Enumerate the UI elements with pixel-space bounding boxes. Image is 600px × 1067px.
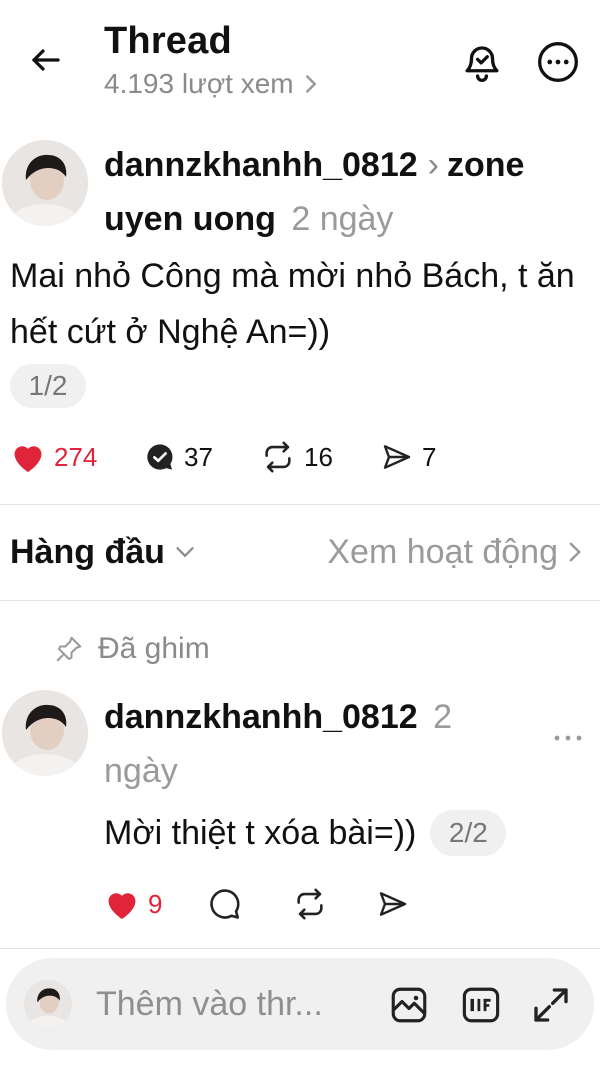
reply-body: Mời thiệt t xóa bài=)) 2/2 xyxy=(104,806,507,860)
post-time: 2 ngày xyxy=(291,200,394,238)
reply-text: Mời thiệt t xóa bài=)) xyxy=(104,813,417,852)
chevron-right-icon: › xyxy=(427,146,439,184)
sort-row: Hàng đầu Xem hoạt động xyxy=(10,528,582,576)
bell-icon xyxy=(465,46,499,83)
divider xyxy=(0,600,600,601)
view-count-link[interactable]: 4.193 lượt xem xyxy=(104,68,318,100)
comment-icon xyxy=(147,444,173,470)
avatar-image xyxy=(2,140,88,226)
divider xyxy=(0,504,600,505)
username-link[interactable]: dannzkhanhh_0812 xyxy=(104,146,418,184)
chevron-down-icon xyxy=(176,547,194,558)
notify-button[interactable] xyxy=(458,38,506,86)
reply-composer xyxy=(6,958,594,1050)
like-count: 274 xyxy=(54,441,98,472)
reply-input[interactable] xyxy=(96,982,366,1026)
avatar[interactable] xyxy=(2,140,88,226)
reply-actions: 9 xyxy=(104,882,410,926)
more-horizontal-icon xyxy=(554,735,582,741)
like-count: 9 xyxy=(148,888,163,919)
share-button[interactable]: 7 xyxy=(380,441,436,473)
reply-count: 37 xyxy=(184,441,213,472)
more-options-button[interactable] xyxy=(534,38,582,86)
heart-icon xyxy=(108,893,136,919)
page-indicator: 1/2 xyxy=(10,364,86,408)
chevron-right-icon xyxy=(569,542,581,562)
reply-header: dannzkhanhh_0812 2 ngày xyxy=(104,690,524,798)
view-activity-label: Xem hoạt động xyxy=(327,532,558,571)
attach-gif-button[interactable] xyxy=(458,982,504,1028)
avatar[interactable] xyxy=(2,690,88,776)
repost-icon xyxy=(297,888,323,920)
share-button[interactable] xyxy=(376,888,410,920)
repost-count: 16 xyxy=(304,441,333,472)
attach-image-button[interactable] xyxy=(386,982,432,1028)
like-button[interactable]: 9 xyxy=(104,887,208,921)
heart-icon xyxy=(14,446,42,472)
header: Thread 4.193 lượt xem xyxy=(0,0,600,120)
reply-more-button[interactable] xyxy=(548,718,588,758)
avatar-image xyxy=(24,980,72,1028)
repost-button[interactable]: 16 xyxy=(260,440,380,474)
page-indicator: 2/2 xyxy=(430,810,507,856)
page-title: Thread xyxy=(104,20,232,62)
pin-icon xyxy=(56,636,82,662)
chevron-right-icon xyxy=(305,75,317,93)
expand-icon xyxy=(534,988,568,1022)
arrow-left-icon xyxy=(32,49,60,71)
expand-composer-button[interactable] xyxy=(528,982,574,1028)
divider xyxy=(0,948,600,949)
post-header: dannzkhanhh_0812 › zone uyen uong 2 ngày xyxy=(104,138,584,246)
image-icon xyxy=(391,987,427,1023)
view-count: 4.193 lượt xem xyxy=(104,68,294,99)
post-text: Mai nhỏ Công mà mời nhỏ Bách, t ăn hết c… xyxy=(10,257,575,351)
pinned-label: Đã ghim xyxy=(54,632,210,666)
like-button[interactable]: 274 xyxy=(10,440,144,474)
post-actions: 274 37 16 7 xyxy=(10,434,436,480)
back-button[interactable] xyxy=(22,36,70,84)
sort-dropdown[interactable]: Hàng đầu xyxy=(10,533,195,572)
avatar xyxy=(24,980,72,1028)
view-activity-link[interactable]: Xem hoạt động xyxy=(327,533,582,572)
gif-icon xyxy=(462,987,500,1023)
avatar-image xyxy=(2,690,88,776)
repost-button[interactable] xyxy=(292,887,376,921)
share-count: 7 xyxy=(422,441,437,472)
comment-button[interactable] xyxy=(208,887,292,921)
username-link[interactable]: dannzkhanhh_0812 xyxy=(104,698,418,736)
comment-icon xyxy=(210,889,240,919)
more-icon xyxy=(538,42,578,82)
repost-icon xyxy=(265,441,291,473)
share-icon xyxy=(383,445,411,469)
sort-label: Hàng đầu xyxy=(10,532,165,571)
comment-button[interactable]: 37 xyxy=(144,441,260,473)
share-icon xyxy=(379,892,407,916)
pinned-text: Đã ghim xyxy=(98,632,210,665)
